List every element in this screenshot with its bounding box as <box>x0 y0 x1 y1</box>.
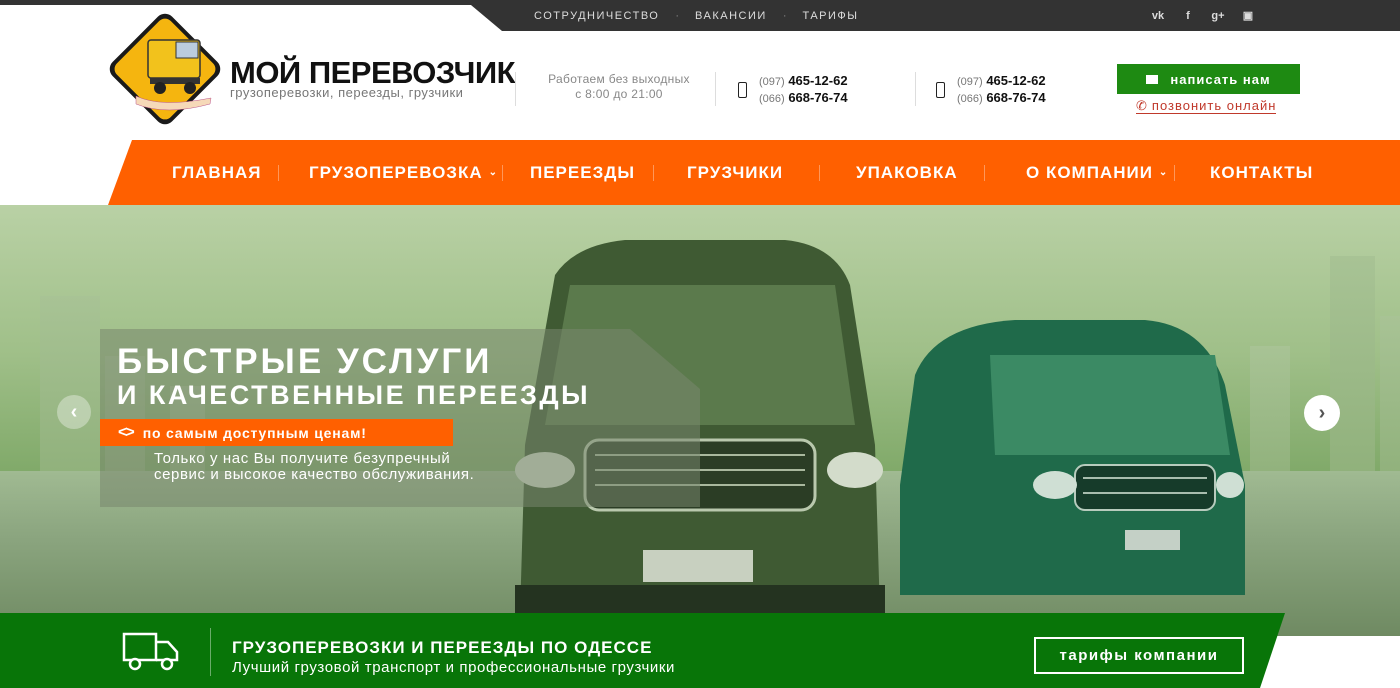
logo-truck-icon[interactable] <box>106 12 224 128</box>
delivery-truck-icon <box>122 632 179 671</box>
building <box>1250 346 1290 486</box>
page: СОТРУДНИЧЕСТВО · ВАКАНСИИ · ТАРИФЫ vk f … <box>0 0 1400 688</box>
nav-item-about[interactable]: О КОМПАНИИ ⌄ <box>1026 140 1168 205</box>
facebook-icon[interactable]: f <box>1180 10 1196 22</box>
building <box>1380 316 1400 486</box>
slider-next-button[interactable]: › <box>1304 395 1340 431</box>
nav-item-label: ГРУЗЧИКИ <box>687 162 784 182</box>
hero-description: Только у нас Вы получите безупречный сер… <box>154 451 484 483</box>
top-link-vacancies[interactable]: ВАКАНСИИ <box>695 10 767 22</box>
call-online-link[interactable]: ✆ позвонить онлайн <box>1136 98 1277 114</box>
nav-separator <box>278 165 279 181</box>
top-link-separator: · <box>675 9 680 22</box>
phone-code: (097) <box>759 76 785 88</box>
brand: МОЙ ПЕРЕВОЗЧИК грузоперевозки, переезды,… <box>230 57 516 101</box>
call-online-label: позвонить онлайн <box>1151 98 1277 113</box>
google-plus-icon[interactable]: g+ <box>1210 10 1226 22</box>
top-link-tariffs[interactable]: ТАРИФЫ <box>802 10 858 22</box>
nav-separator <box>502 165 503 181</box>
header-divider <box>715 72 716 106</box>
nav-separator <box>819 165 820 181</box>
hero-slider: БЫСТРЫЕ УСЛУГИ И КАЧЕСТВЕННЫЕ ПЕРЕЕЗДЫ <… <box>0 205 1400 636</box>
nav-item-label: ГЛАВНАЯ <box>172 162 262 182</box>
top-links: СОТРУДНИЧЕСТВО · ВАКАНСИИ · ТАРИФЫ <box>534 0 859 31</box>
promo-title: ГРУЗОПЕРЕВОЗКИ И ПЕРЕЕЗДЫ ПО ОДЕССЕ <box>232 638 653 657</box>
nav-item-label: ПЕРЕЕЗДЫ <box>530 162 635 182</box>
nav-item-contacts[interactable]: КОНТАКТЫ <box>1210 140 1313 205</box>
hero-description-line: Только у нас Вы получите безупречный <box>154 450 451 467</box>
hours-line-1: Работаем без выходных <box>548 72 690 86</box>
phone-icon: ✆ <box>1136 98 1148 113</box>
mobile-phone-icon <box>738 82 747 98</box>
social-links: vk f g+ ▣ <box>1150 0 1256 31</box>
chevron-down-icon: ⌄ <box>1158 167 1169 178</box>
phone-number[interactable]: 668-76-74 <box>788 90 847 105</box>
building <box>1330 256 1375 486</box>
phone-number[interactable]: 668-76-74 <box>986 90 1045 105</box>
hours-line-2: с 8:00 до 21:00 <box>575 87 663 101</box>
nav-item-cargo[interactable]: ГРУЗОПЕРЕВОЗКА ⌄ <box>309 140 498 205</box>
nav-item-label: ГРУЗОПЕРЕВОЗКА <box>309 162 483 182</box>
hero-description-line: сервис и высокое качество обслуживания. <box>154 466 475 483</box>
price-banner-text: по самым доступным ценам! <box>142 424 367 441</box>
building <box>40 296 100 486</box>
promo-subtitle: Лучший грузовой транспорт и профессионал… <box>232 659 676 676</box>
phone-number[interactable]: 465-12-62 <box>986 73 1045 88</box>
envelope-icon <box>1146 74 1159 84</box>
phone-code: (066) <box>759 93 785 105</box>
write-us-label: написать нам <box>1170 71 1271 87</box>
vk-icon[interactable]: vk <box>1150 10 1166 22</box>
hero-title-line-2: И КАЧЕСТВЕННЫЕ ПЕРЕЕЗДЫ <box>117 380 591 410</box>
top-link-separator: · <box>782 9 787 22</box>
tariffs-button[interactable]: тарифы компании <box>1034 637 1244 674</box>
header-divider <box>915 72 916 106</box>
phone-code: (066) <box>957 93 983 105</box>
nav-separator <box>653 165 654 181</box>
nav-item-moving[interactable]: ПЕРЕЕЗДЫ <box>530 140 635 205</box>
nav-item-packing[interactable]: УПАКОВКА <box>856 140 958 205</box>
phone-block-1: (097) 465-12-62 (066) 668-76-74 <box>738 73 848 107</box>
phone-block-2: (097) 465-12-62 (066) 668-76-74 <box>936 73 1046 107</box>
working-hours: Работаем без выходных с 8:00 до 21:00 <box>534 72 704 102</box>
code-arrows-icon: <> <box>118 423 135 441</box>
van-small-image <box>900 320 1245 595</box>
hero-title-line-1: БЫСТРЫЕ УСЛУГИ <box>117 342 493 381</box>
top-link-cooperation[interactable]: СОТРУДНИЧЕСТВО <box>534 10 659 22</box>
slider-prev-button[interactable]: ‹ <box>57 395 91 429</box>
phone-code: (097) <box>957 76 983 88</box>
nav-item-label: О КОМПАНИИ <box>1026 162 1153 182</box>
nav-item-label: УПАКОВКА <box>856 162 958 182</box>
chevron-down-icon: ⌄ <box>488 167 498 178</box>
price-banner: <> по самым доступным ценам! <box>100 419 453 446</box>
nav-item-loaders[interactable]: ГРУЗЧИКИ <box>687 140 783 205</box>
mobile-phone-icon <box>936 82 945 98</box>
header-divider <box>515 72 516 106</box>
youtube-icon[interactable]: ▣ <box>1240 9 1256 22</box>
nav-item-home[interactable]: ГЛАВНАЯ <box>172 140 261 205</box>
promo-divider <box>210 628 211 676</box>
write-us-button[interactable]: написать нам <box>1117 64 1300 94</box>
nav-separator <box>1174 165 1175 181</box>
nav-items: ГЛАВНАЯ ГРУЗОПЕРЕВОЗКА ⌄ ПЕРЕЕЗДЫ ГРУЗЧИК… <box>0 140 1400 205</box>
nav-separator <box>984 165 985 181</box>
phone-number[interactable]: 465-12-62 <box>788 73 847 88</box>
top-line-decoration <box>0 0 500 5</box>
nav-item-label: КОНТАКТЫ <box>1210 162 1314 182</box>
